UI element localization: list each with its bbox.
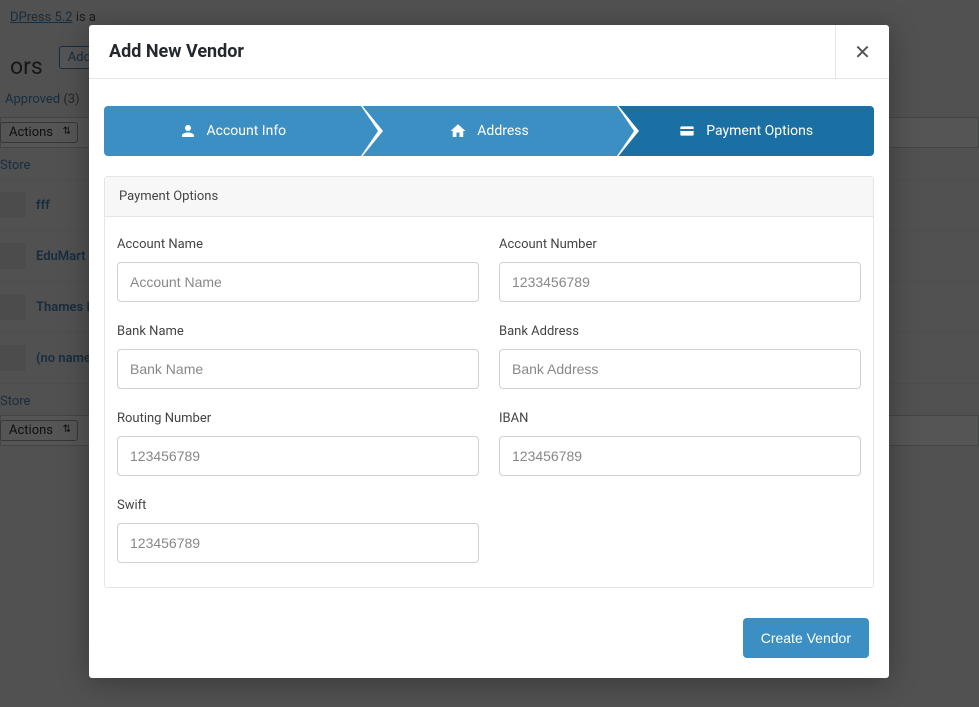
label-swift: Swift xyxy=(117,498,479,513)
field-iban: IBAN xyxy=(499,411,861,476)
step-label: Address xyxy=(477,123,528,139)
label-account-name: Account Name xyxy=(117,237,479,252)
field-bank-address: Bank Address xyxy=(499,324,861,389)
label-routing-number: Routing Number xyxy=(117,411,479,426)
close-icon: ✕ xyxy=(854,40,871,64)
modal-footer: Create Vendor xyxy=(89,588,889,678)
input-account-number[interactable] xyxy=(499,262,861,302)
label-bank-name: Bank Name xyxy=(117,324,479,339)
close-button[interactable]: ✕ xyxy=(835,25,889,79)
home-icon xyxy=(449,122,467,140)
step-account-info[interactable]: Account Info xyxy=(104,106,361,156)
step-label: Payment Options xyxy=(706,123,813,139)
modal-body: Account Info Address Payment Options P xyxy=(89,79,889,588)
field-routing-number: Routing Number xyxy=(117,411,479,476)
input-swift[interactable] xyxy=(117,523,479,563)
field-swift: Swift xyxy=(117,498,479,563)
label-iban: IBAN xyxy=(499,411,861,426)
create-vendor-button[interactable]: Create Vendor xyxy=(743,618,869,658)
input-bank-address[interactable] xyxy=(499,349,861,389)
input-iban[interactable] xyxy=(499,436,861,476)
panel-body: Account Name Account Number Bank Name Ba… xyxy=(105,217,873,587)
input-routing-number[interactable] xyxy=(117,436,479,476)
progress-stepper: Account Info Address Payment Options xyxy=(104,106,874,156)
field-account-number: Account Number xyxy=(499,237,861,302)
label-account-number: Account Number xyxy=(499,237,861,252)
panel-title: Payment Options xyxy=(105,177,873,217)
card-icon xyxy=(678,122,696,140)
field-account-name: Account Name xyxy=(117,237,479,302)
input-bank-name[interactable] xyxy=(117,349,479,389)
step-payment-options[interactable]: Payment Options xyxy=(617,106,874,156)
add-vendor-modal: Add New Vendor ✕ Account Info Address xyxy=(89,25,889,678)
step-address[interactable]: Address xyxy=(361,106,618,156)
field-bank-name: Bank Name xyxy=(117,324,479,389)
step-label: Account Info xyxy=(207,123,287,139)
payment-options-panel: Payment Options Account Name Account Num… xyxy=(104,176,874,588)
person-icon xyxy=(179,122,197,140)
label-bank-address: Bank Address xyxy=(499,324,861,339)
input-account-name[interactable] xyxy=(117,262,479,302)
modal-title: Add New Vendor xyxy=(89,41,244,62)
modal-header: Add New Vendor ✕ xyxy=(89,25,889,79)
